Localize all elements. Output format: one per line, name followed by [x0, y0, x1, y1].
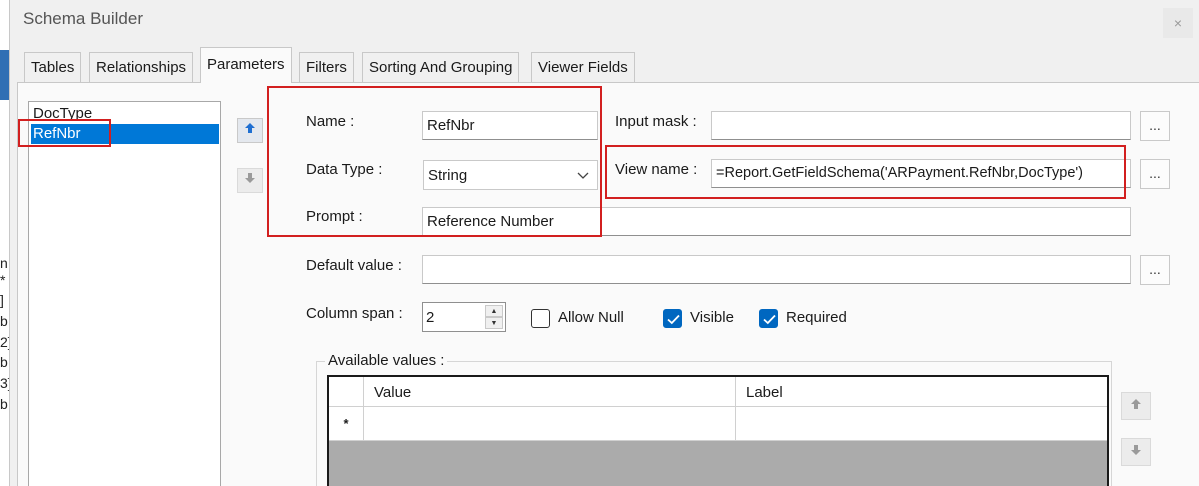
tab-parameters[interactable]: Parameters: [200, 47, 292, 83]
background-text: b: [0, 313, 8, 329]
background-text: n: [0, 255, 8, 271]
tab-relationships[interactable]: Relationships: [89, 52, 194, 82]
grid-header: Value Label: [329, 377, 1107, 407]
asterisk-icon: *: [329, 407, 364, 440]
prompt-label: Prompt :: [306, 208, 363, 225]
list-item-label: DocType: [33, 105, 93, 122]
arrow-up-icon: [245, 123, 255, 133]
parameter-list[interactable]: DocType RefNbr: [28, 101, 221, 486]
tab-tables[interactable]: Tables: [24, 52, 82, 82]
default-value-label: Default value :: [306, 257, 402, 274]
name-field[interactable]: RefNbr: [422, 111, 598, 140]
required-label: Required: [786, 309, 847, 326]
tab-label: Parameters: [207, 56, 285, 73]
data-type-value: String: [428, 167, 468, 184]
title-bar: Schema Builder ×: [10, 0, 1199, 40]
background-text: b: [0, 354, 8, 370]
input-mask-label: Input mask :: [615, 113, 697, 130]
list-item-selected[interactable]: RefNbr: [31, 124, 219, 144]
input-mask-field[interactable]: [711, 111, 1131, 140]
allow-null-label: Allow Null: [558, 309, 624, 326]
ellipsis-icon: ...: [1149, 117, 1161, 133]
prompt-field[interactable]: Reference Number: [422, 207, 1131, 236]
tab-label: Tables: [31, 59, 75, 76]
move-down-button[interactable]: [237, 168, 263, 193]
tab-label: Sorting And Grouping: [369, 59, 513, 76]
required-checkbox[interactable]: [759, 309, 778, 328]
available-values-legend: Available values :: [325, 352, 448, 369]
available-values-move-down-button[interactable]: [1121, 438, 1151, 466]
column-header-label: Label: [746, 384, 783, 401]
arrow-up-icon: [1131, 399, 1141, 409]
background-text: ]: [0, 292, 4, 308]
window-title: Schema Builder: [23, 9, 144, 28]
background-text: 3]: [0, 375, 9, 391]
close-button[interactable]: ×: [1163, 8, 1193, 38]
background-window-strip: n * ] b 2] b 3] b: [0, 0, 10, 486]
background-text: *: [0, 272, 6, 288]
checkmark-icon: [763, 314, 776, 325]
spin-down-button[interactable]: ▼: [485, 317, 503, 329]
arrow-down-icon: [1131, 445, 1141, 455]
background-text: b: [0, 396, 8, 412]
list-item[interactable]: DocType: [33, 104, 92, 124]
view-name-field[interactable]: =Report.GetFieldSchema('ARPayment.RefNbr…: [711, 159, 1131, 188]
value-cell[interactable]: [364, 407, 736, 440]
name-label: Name :: [306, 113, 355, 130]
label-cell[interactable]: [736, 407, 1107, 440]
default-value-field[interactable]: [422, 255, 1131, 284]
visible-checkbox[interactable]: [663, 309, 682, 328]
column-header-value[interactable]: Value: [364, 377, 736, 406]
view-name-browse-button[interactable]: ...: [1140, 159, 1170, 189]
column-header-label-col[interactable]: Label: [736, 377, 1107, 406]
default-value-browse-button[interactable]: ...: [1140, 255, 1170, 285]
data-type-combobox[interactable]: String: [423, 160, 598, 190]
ellipsis-icon: ...: [1149, 165, 1161, 181]
background-selection: [0, 50, 9, 100]
input-mask-browse-button[interactable]: ...: [1140, 111, 1170, 141]
checkmark-icon: [667, 314, 680, 325]
tab-viewer-fields[interactable]: Viewer Fields: [531, 52, 635, 82]
ellipsis-icon: ...: [1149, 261, 1161, 277]
move-up-button[interactable]: [237, 118, 263, 143]
available-values-grid[interactable]: Value Label *: [327, 375, 1109, 486]
spin-up-button[interactable]: ▲: [485, 305, 503, 317]
tab-label: Viewer Fields: [538, 59, 628, 76]
background-text: 2]: [0, 334, 9, 350]
view-name-label: View name :: [615, 161, 698, 178]
column-span-value: 2: [426, 309, 435, 326]
chevron-down-icon: [577, 172, 589, 179]
visible-label: Visible: [690, 309, 734, 326]
allow-null-checkbox[interactable]: [531, 309, 550, 328]
tab-sorting-and-grouping[interactable]: Sorting And Grouping: [362, 52, 520, 82]
column-span-spinner[interactable]: 2 ▲ ▼: [422, 302, 506, 332]
column-span-label: Column span :: [306, 305, 403, 322]
tab-label: Relationships: [96, 59, 187, 76]
tab-filters[interactable]: Filters: [299, 52, 354, 82]
list-item-label: RefNbr: [33, 125, 81, 142]
new-row[interactable]: *: [329, 407, 1107, 441]
data-type-label: Data Type :: [306, 161, 383, 178]
available-values-move-up-button[interactable]: [1121, 392, 1151, 420]
arrow-down-icon: [245, 173, 255, 183]
close-icon: ×: [1173, 15, 1183, 31]
tab-label: Filters: [306, 59, 347, 76]
column-header-label: Value: [374, 384, 412, 401]
row-header-cell: [329, 377, 364, 406]
